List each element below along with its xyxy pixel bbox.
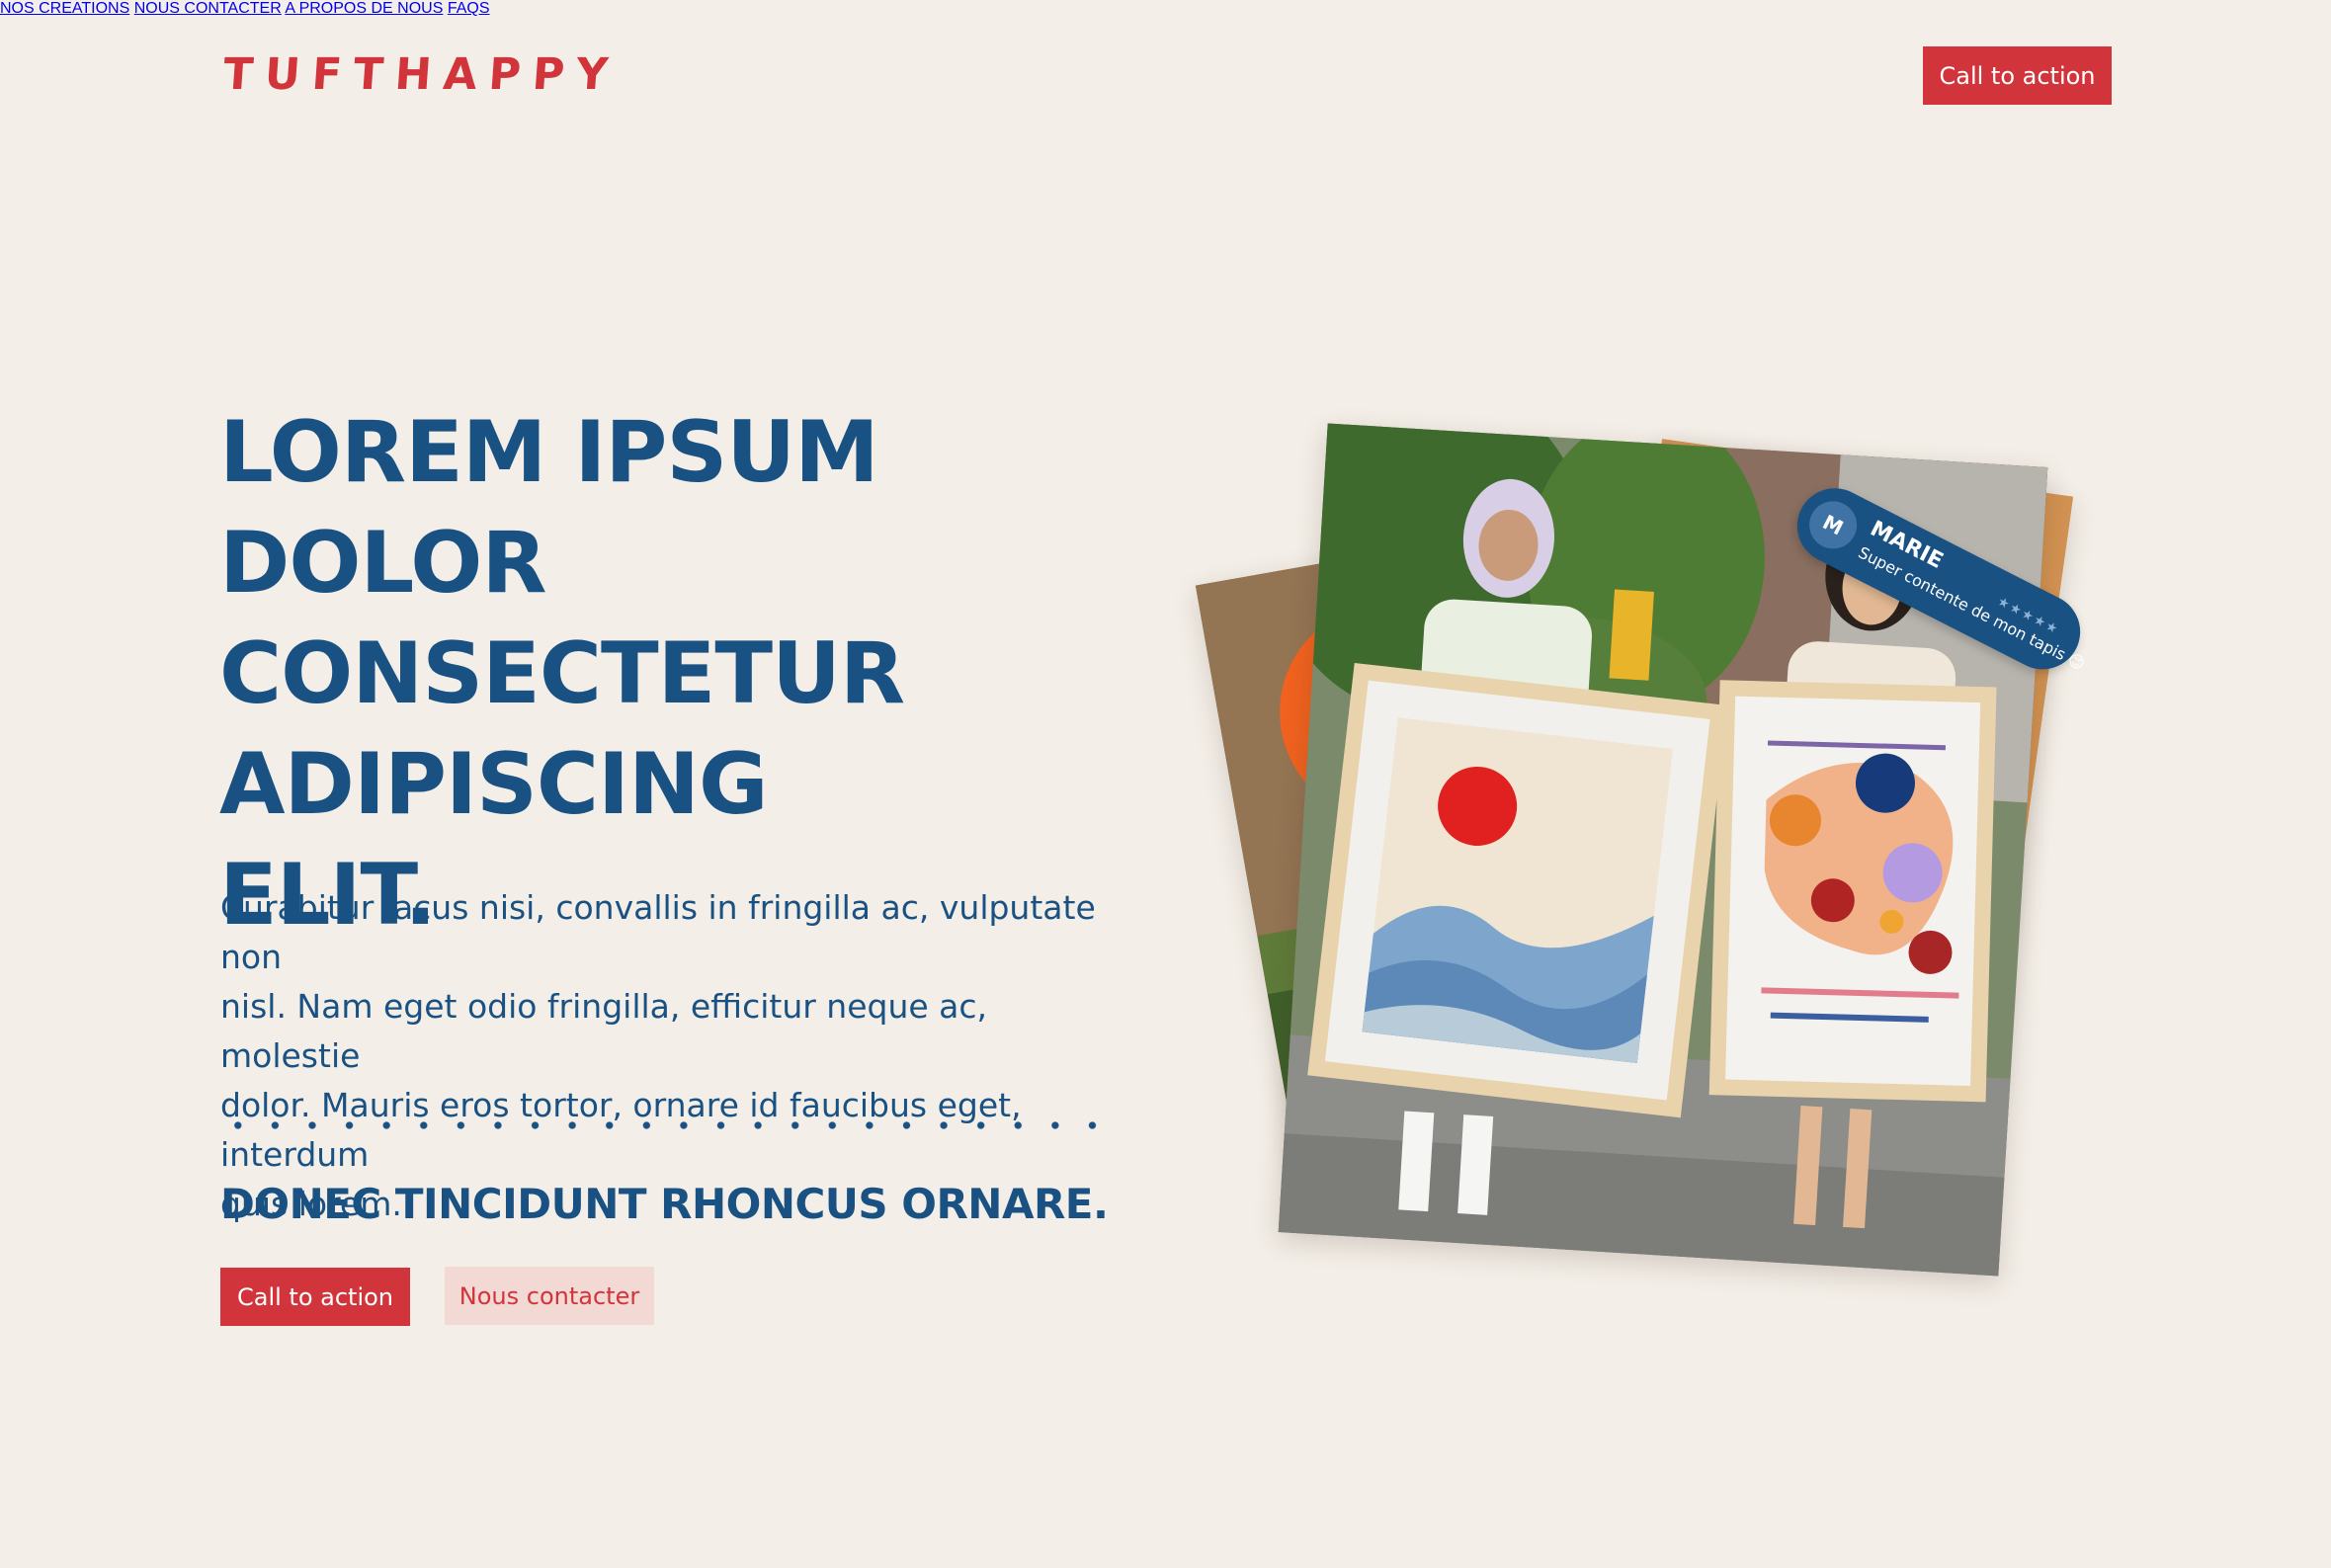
nav-item-faqs[interactable]: FAQS xyxy=(448,0,490,17)
header-cta-button[interactable]: Call to action xyxy=(1923,46,2112,105)
main-nav: NOS CREATIONS NOUS CONTACTER A PROPOS DE… xyxy=(0,0,2331,18)
site-header: TUFTHAPPY NOS CREATIONS NOUS CONTACTER A… xyxy=(0,0,2331,158)
hero-title-line: DOLOR xyxy=(219,514,547,613)
hero-paragraph: Curabitur lacus nisi, convallis in fring… xyxy=(220,883,1110,1229)
nav-item-nos-creations[interactable]: NOS CREATIONS xyxy=(0,0,129,17)
nav-item-a-propos[interactable]: A PROPOS DE NOUS xyxy=(285,0,443,17)
nav-item-nous-contacter[interactable]: NOUS CONTACTER xyxy=(134,0,282,17)
hero-cta-button[interactable]: Call to action xyxy=(220,1268,410,1326)
hero-paragraph-line: nisl. Nam eget odio fringilla, efficitur… xyxy=(220,987,988,1075)
hero-title-line: CONSECTETUR xyxy=(219,624,905,723)
avatar: M xyxy=(1800,493,1866,557)
contact-button[interactable]: Nous contacter xyxy=(445,1267,654,1325)
hero-title-line: LOREM IPSUM xyxy=(219,403,879,502)
hero-title: LOREM IPSUM DOLOR CONSECTETUR ADIPISCING… xyxy=(219,397,1010,950)
hero-paragraph-line: dolor. Mauris eros tortor, ornare id fau… xyxy=(220,1086,1022,1174)
hero-subheading: DONEC TINCIDUNT RHONCUS ORNARE. xyxy=(220,1180,1109,1228)
dotted-divider xyxy=(219,1120,1119,1130)
brand-logo[interactable]: TUFTHAPPY xyxy=(221,49,622,100)
hero-paragraph-line: Curabitur lacus nisi, convallis in fring… xyxy=(220,888,1096,976)
